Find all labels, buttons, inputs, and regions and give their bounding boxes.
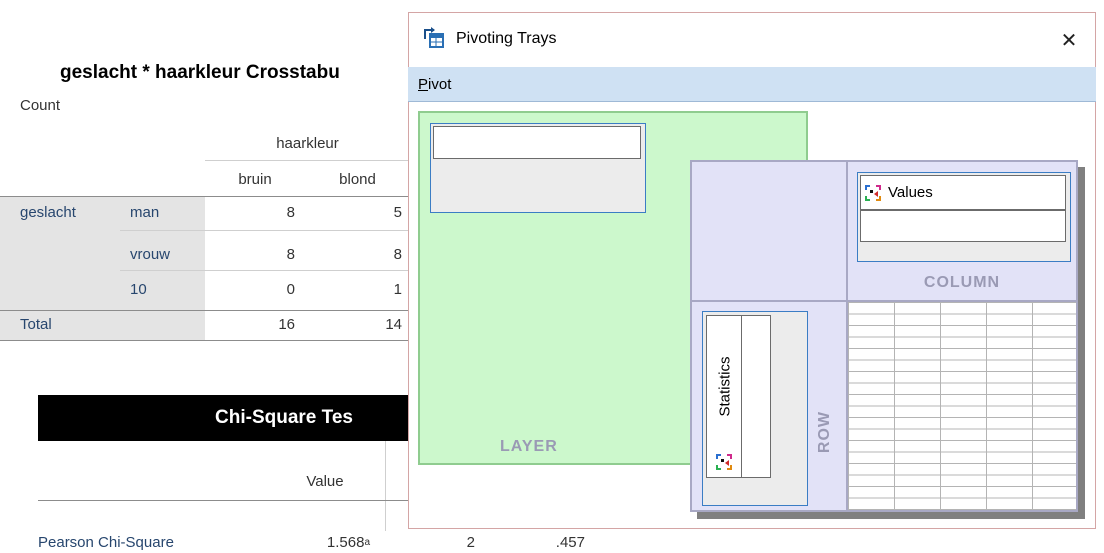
column-item-label: Values [888, 184, 933, 201]
row-item-label: Statistics [716, 356, 734, 417]
data-grid-preview [848, 302, 1076, 510]
col-header-blond: blond [339, 170, 376, 188]
chisq-sig: .457 [555, 533, 585, 551]
total-label: Total [20, 315, 52, 333]
cell: 14 [385, 315, 402, 333]
chisq-row-label: Pearson Chi-Square [38, 533, 174, 551]
column-empty-slot[interactable] [860, 210, 1066, 242]
dialog-menubar: Pivot [408, 67, 1096, 102]
layer-dropzone[interactable] [430, 123, 646, 213]
chisq-df: 2 [466, 533, 475, 551]
cell: 0 [286, 280, 295, 298]
row-label-10: 10 [130, 280, 147, 298]
row-label-man: man [130, 203, 160, 221]
pivot-table-icon [423, 27, 445, 49]
cell: 8 [286, 203, 295, 221]
column-label: COLUMN [923, 274, 1001, 291]
chisq-value: 1.568 a [326, 533, 370, 551]
col-header-bruin: bruin [238, 170, 272, 188]
row-label: ROW [816, 410, 833, 454]
cell: 8 [393, 245, 402, 263]
row-empty-slot[interactable] [741, 315, 771, 478]
layer-empty-slot[interactable] [433, 126, 641, 159]
cell: 8 [286, 245, 295, 263]
chisq-title: Chi-Square Tes [215, 407, 353, 428]
col-var-header: haarkleur [276, 134, 339, 152]
row-label-vrouw: vrouw [130, 245, 171, 263]
cell: 1 [393, 280, 402, 298]
layer-label: LAYER [500, 438, 558, 455]
dialog-titlebar[interactable]: Pivoting Trays ✕ [409, 13, 1095, 67]
row-dropzone[interactable]: Statistics [702, 311, 808, 506]
close-icon[interactable]: ✕ [1051, 22, 1087, 58]
column-item-values[interactable]: Values [860, 175, 1066, 210]
pivot-item-icon [864, 184, 882, 202]
value-header: Value [306, 472, 344, 490]
count-label: Count [20, 96, 61, 114]
menu-pivot[interactable]: Pivot [418, 76, 451, 93]
cell: 16 [278, 315, 295, 333]
cell: 5 [393, 203, 402, 221]
chisq-title-bar: Chi-Square Tes [38, 395, 410, 441]
row-var-header: geslacht [20, 203, 76, 221]
row-item-statistics[interactable]: Statistics [706, 315, 742, 478]
crosstab-title: geslacht * haarkleur Crosstabu [60, 62, 340, 83]
pivot-item-icon [715, 453, 733, 471]
column-dropzone[interactable]: Values [857, 172, 1071, 262]
output-viewer: geslacht * haarkleur Crosstabu Count haa… [0, 0, 585, 551]
dialog-title: Pivoting Trays [456, 30, 557, 47]
